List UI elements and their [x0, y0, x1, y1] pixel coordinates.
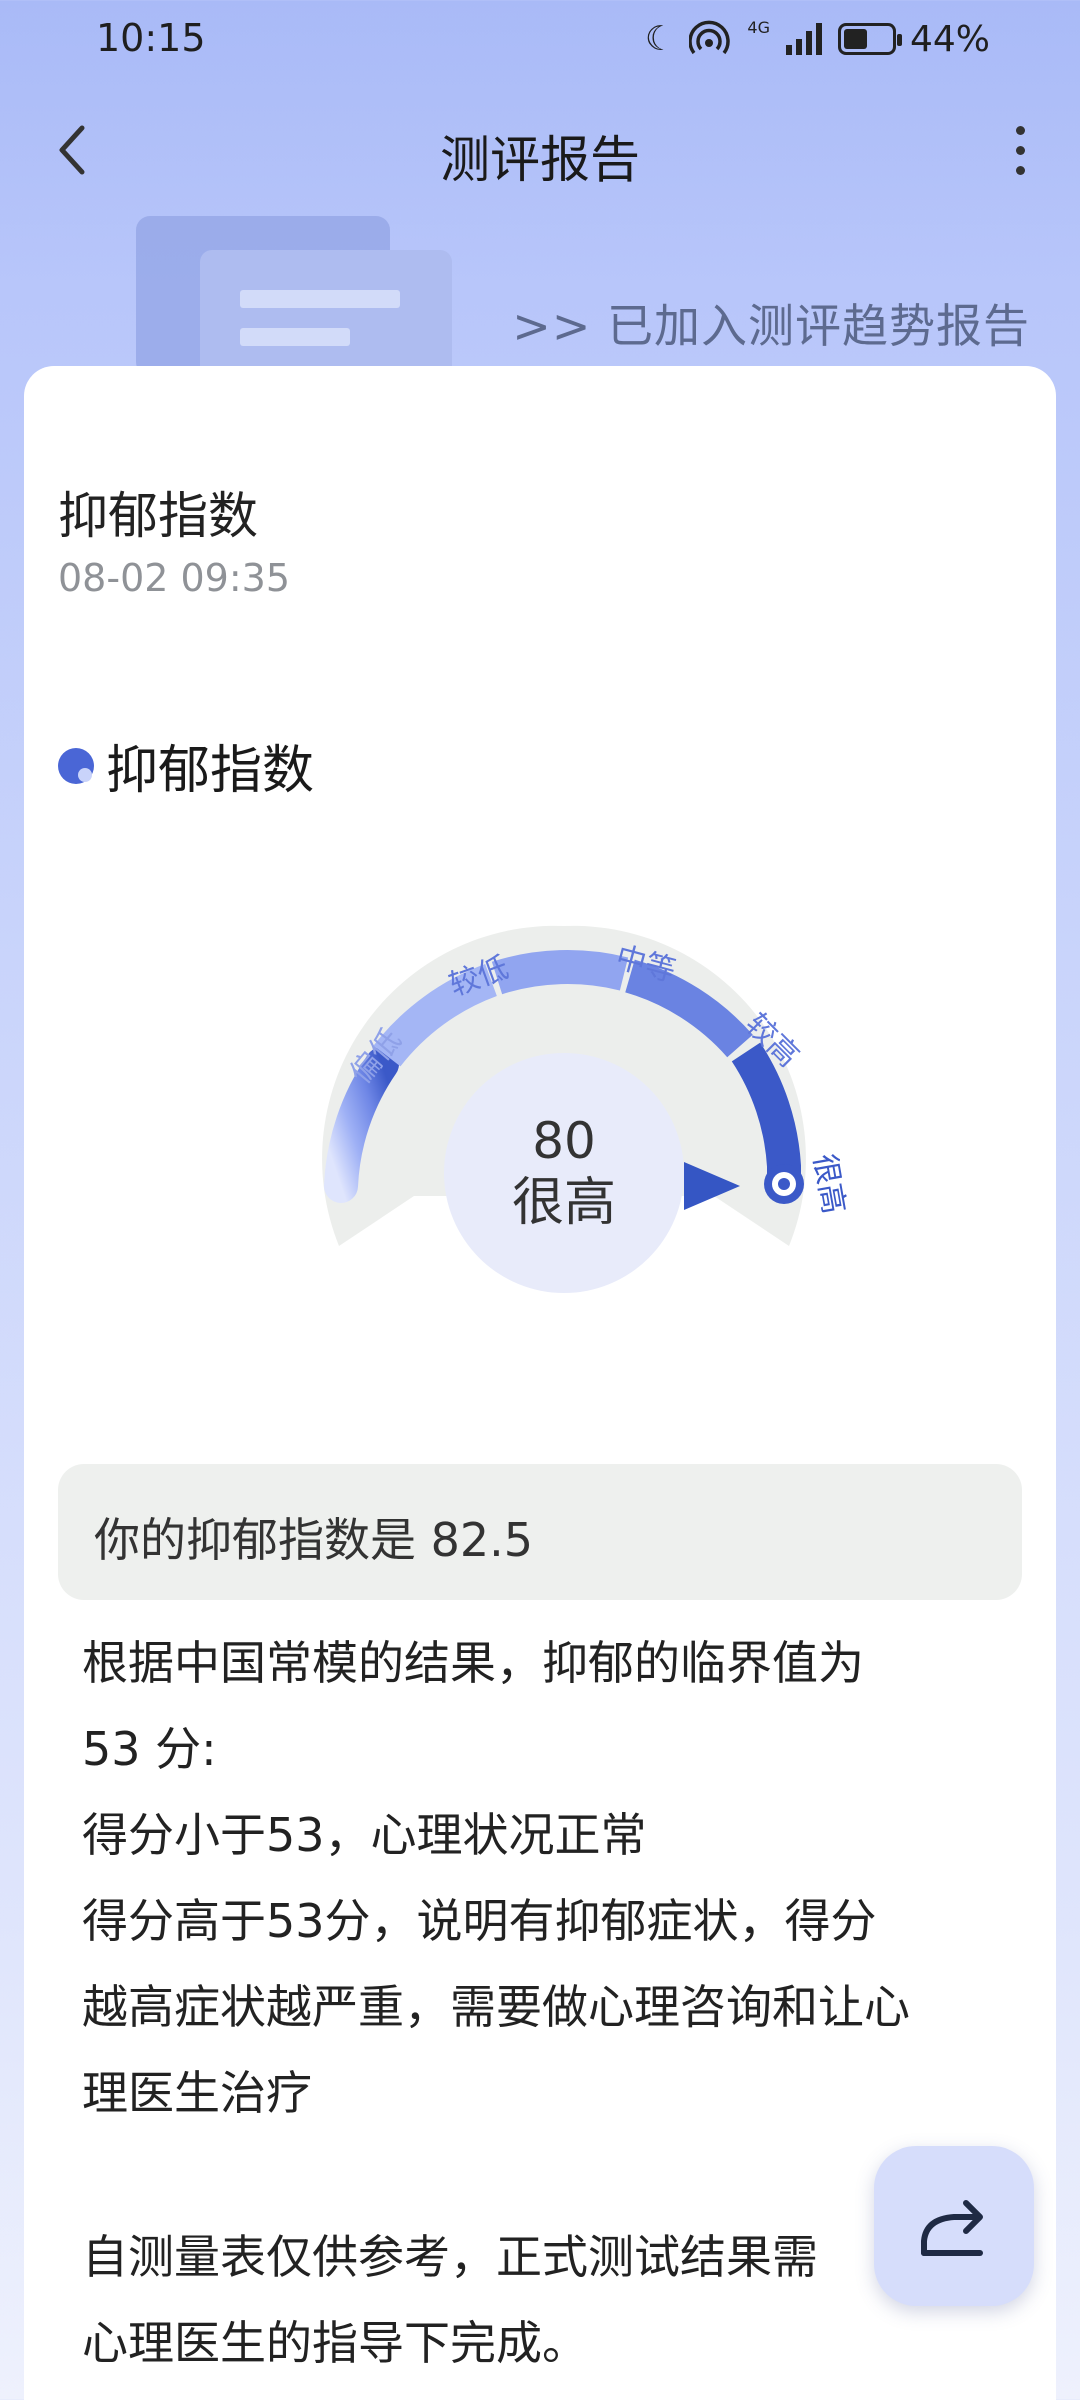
disclaimer-line: 心理医生的指导下完成。: [82, 2316, 588, 2370]
share-button[interactable]: [874, 2146, 1034, 2306]
description-line: 得分高于53分，说明有抑郁症状，得分: [82, 1894, 877, 1948]
status-bar: 10:15 ☾ 4G 44%: [0, 0, 1080, 80]
report-date: 08-02 09:35: [58, 556, 291, 600]
network-type: 4G: [747, 18, 770, 37]
gauge-label-5: 很高: [806, 1151, 851, 1216]
gauge-level: 很高: [511, 1173, 616, 1233]
trend-report-link[interactable]: >> 已加入测评趋势报告: [512, 290, 1030, 356]
gauge-score: 80: [532, 1112, 596, 1170]
description-line: 越高症状越严重，需要做心理咨询和让心: [82, 1980, 910, 2034]
nav-bar: 测评报告: [0, 100, 1080, 200]
report-title: 抑郁指数: [58, 487, 258, 545]
more-button[interactable]: [990, 118, 1050, 182]
description-line: 理医生治疗: [82, 2066, 312, 2120]
result-text: 你的抑郁指数是 82.5: [94, 1513, 534, 1567]
moon-icon: ☾: [644, 19, 676, 59]
status-icons: ☾ 4G 44%: [645, 16, 990, 62]
share-icon: [921, 2200, 983, 2256]
signal-icon: [785, 23, 822, 55]
result-box: 你的抑郁指数是 82.5: [58, 1464, 1022, 1600]
description-line: 得分小于53，心理状况正常: [82, 1808, 647, 1862]
section-title: 抑郁指数: [106, 741, 315, 801]
score-gauge: 偏低 较低 中等 较高 很高 80 很高: [294, 866, 854, 1346]
gauge-segment-3: [491, 950, 629, 995]
description-line: 53 分:: [82, 1722, 217, 1776]
description-line: 根据中国常模的结果，抑郁的临界值为: [82, 1636, 864, 1690]
description: 根据中国常模的结果，抑郁的临界值为 53 分: 得分小于53，心理状况正常 得分…: [82, 1620, 1042, 2136]
page-title: 测评报告: [440, 131, 640, 189]
section-header: 抑郁指数: [58, 728, 314, 803]
status-time: 10:15: [96, 16, 206, 60]
gauge-center: 80 很高: [444, 1053, 684, 1293]
battery-text: 44%: [909, 18, 990, 60]
battery-icon: [837, 23, 902, 55]
wifi-icon: [689, 20, 731, 55]
more-vertical-icon: [1015, 125, 1025, 135]
trend-banner: >> 已加入测评趋势报告: [0, 210, 1080, 390]
report-card: 抑郁指数 08-02 09:35 抑郁指数 偏低 较低 中等 较高 很高 80 …: [24, 366, 1056, 2400]
bullet-icon: [58, 747, 94, 784]
document-illustration-icon: [136, 216, 456, 390]
